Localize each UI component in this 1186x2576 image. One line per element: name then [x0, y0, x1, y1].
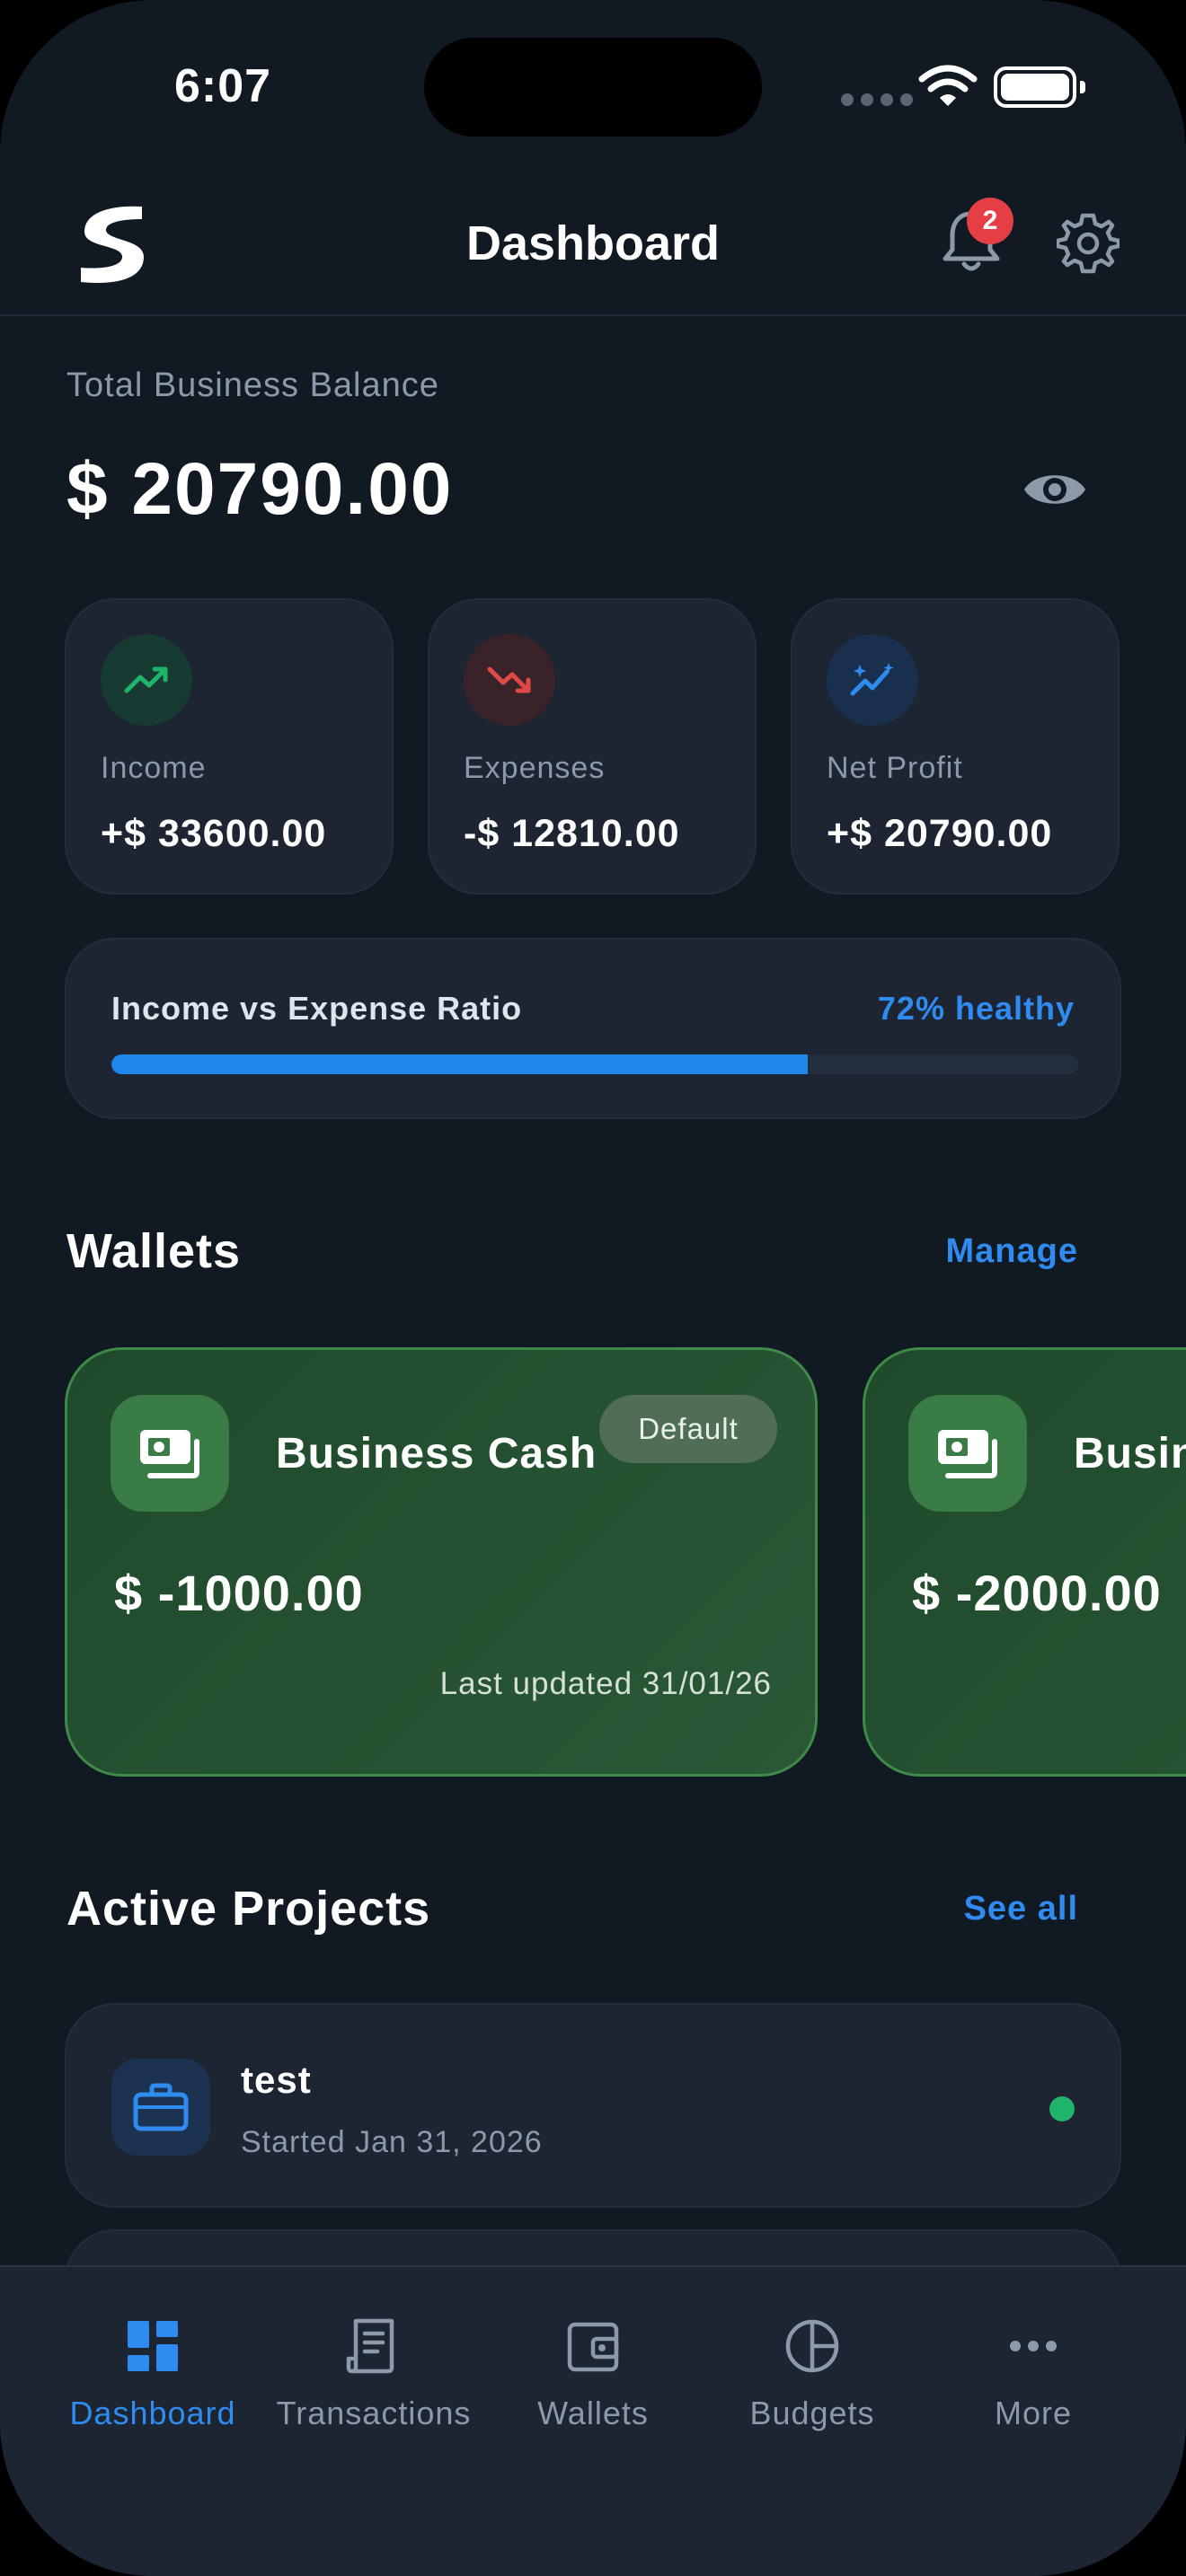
wallet-amount: $ -1000.00: [114, 1565, 364, 1621]
more-icon: [1010, 2341, 1057, 2351]
cash-icon: [111, 1395, 229, 1512]
wifi-icon: [918, 65, 978, 106]
project-item[interactable]: test Started Jan 31, 2026: [65, 2003, 1121, 2208]
wallet-amount: $ -2000.00: [912, 1565, 1162, 1621]
notification-badge: 2: [967, 198, 1013, 244]
wallets-section-title: Wallets: [66, 1224, 242, 1278]
receipt-icon: [346, 2318, 394, 2374]
dashboard-icon: [128, 2321, 178, 2371]
tab-label: Wallets: [537, 2395, 649, 2431]
wallet-updated: Last updated 31/01/26: [439, 1666, 772, 1701]
wallet-card-business-cash[interactable]: Business Cash Default $ -1000.00 Last up…: [65, 1347, 818, 1777]
balance-label: Total Business Balance: [66, 366, 439, 404]
briefcase-icon: [111, 2059, 210, 2156]
status-time: 6:07: [174, 60, 272, 112]
status-dot: [1049, 2096, 1075, 2122]
tab-label: Transactions: [276, 2395, 472, 2431]
tab-dashboard[interactable]: Dashboard: [34, 2267, 271, 2447]
default-badge: Default: [599, 1395, 777, 1463]
tab-more[interactable]: More: [915, 2267, 1152, 2447]
app-screen: 6:07 Dashboard 2 Total Business Balance …: [0, 0, 1186, 2576]
income-card[interactable]: Income +$ 33600.00: [65, 598, 394, 895]
app-header: Dashboard 2: [0, 171, 1186, 316]
net-profit-label: Net Profit: [827, 751, 963, 785]
wallet-card-business[interactable]: Busin $ -2000.00: [863, 1347, 1186, 1777]
pie-chart-icon: [785, 2319, 839, 2373]
tab-bar: Dashboard Transactions Wallets Budgets M…: [0, 2265, 1186, 2576]
income-label: Income: [101, 751, 207, 785]
ratio-progress-fill: [111, 1054, 808, 1074]
income-value: +$ 33600.00: [101, 812, 327, 855]
wallet-name: Business Cash: [276, 1430, 597, 1478]
balance-value: $ 20790.00: [66, 448, 454, 530]
tab-label: More: [994, 2395, 1073, 2431]
net-profit-value: +$ 20790.00: [827, 812, 1053, 855]
sparkle-chart-icon: [827, 634, 918, 726]
expenses-value: -$ 12810.00: [464, 812, 680, 855]
eye-icon[interactable]: [1022, 460, 1087, 519]
tab-transactions[interactable]: Transactions: [255, 2267, 492, 2447]
expenses-card[interactable]: Expenses -$ 12810.00: [428, 598, 757, 895]
net-profit-card[interactable]: Net Profit +$ 20790.00: [791, 598, 1120, 895]
ratio-card: Income vs Expense Ratio 72% healthy: [65, 938, 1121, 1119]
see-all-projects-link[interactable]: See all: [964, 1890, 1078, 1928]
manage-wallets-link[interactable]: Manage: [946, 1232, 1078, 1271]
ratio-status: 72% healthy: [877, 990, 1075, 1027]
battery-icon: [994, 66, 1085, 108]
trending-up-icon: [101, 634, 192, 726]
ratio-label: Income vs Expense Ratio: [111, 990, 523, 1027]
tab-label: Budgets: [749, 2395, 875, 2431]
dynamic-island: [424, 38, 762, 137]
tab-label: Dashboard: [69, 2395, 236, 2431]
projects-section-title: Active Projects: [66, 1882, 431, 1936]
wallet-icon: [567, 2322, 619, 2372]
signal-icon: [841, 93, 913, 106]
cash-icon: [908, 1395, 1027, 1512]
ratio-progress-bar: [111, 1054, 1078, 1074]
tab-budgets[interactable]: Budgets: [694, 2267, 931, 2447]
wallet-name: Busin: [1074, 1430, 1186, 1478]
project-date: Started Jan 31, 2026: [241, 2125, 543, 2159]
gear-icon[interactable]: [1057, 212, 1120, 275]
expenses-label: Expenses: [464, 751, 606, 785]
tab-wallets[interactable]: Wallets: [474, 2267, 712, 2447]
trending-down-icon: [464, 634, 555, 726]
project-name: test: [241, 2059, 312, 2101]
